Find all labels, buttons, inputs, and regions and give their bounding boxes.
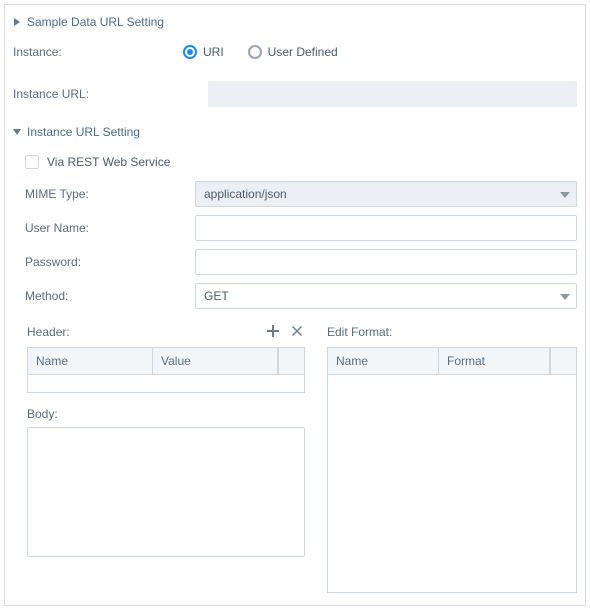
remove-header-button[interactable] (289, 324, 305, 340)
radio-icon (183, 45, 197, 59)
via-rest-checkbox[interactable] (25, 155, 39, 169)
password-row: Password: (13, 245, 577, 279)
method-select[interactable]: GET (195, 283, 577, 309)
mime-row: MIME Type: application/json (13, 177, 577, 211)
radio-uri-label: URI (203, 45, 224, 59)
via-rest-label: Via REST Web Service (47, 155, 170, 169)
sample-data-url-section-header[interactable]: Sample Data URL Setting (13, 11, 577, 37)
sample-section-title: Sample Data URL Setting (27, 15, 164, 29)
instance-row: Instance: URI User Defined (13, 37, 577, 67)
instance-radio-uri[interactable]: URI (183, 45, 224, 59)
header-table[interactable]: Name Value (27, 347, 305, 393)
instance-url-section-header[interactable]: Instance URL Setting (13, 121, 577, 147)
instance-url-section-title: Instance URL Setting (27, 125, 140, 139)
chevron-down-icon (560, 187, 570, 201)
header-col-name[interactable]: Name (28, 348, 153, 374)
instance-url-label: Instance URL: (13, 87, 208, 101)
close-icon (292, 325, 302, 339)
mime-label: MIME Type: (13, 187, 195, 201)
chevron-right-icon (13, 15, 21, 29)
header-label: Header: (27, 325, 70, 339)
header-tbody[interactable] (28, 374, 304, 392)
username-row: User Name: (13, 211, 577, 245)
username-input[interactable] (195, 215, 577, 241)
method-value: GET (204, 289, 229, 303)
header-col-value[interactable]: Value (153, 348, 278, 374)
body-textarea[interactable] (27, 427, 305, 557)
header-thead: Name Value (28, 348, 304, 374)
edit-format-tbody[interactable] (328, 374, 576, 592)
method-row: Method: GET (13, 279, 577, 313)
instance-url-input[interactable] (208, 81, 577, 107)
radio-icon (248, 45, 262, 59)
chevron-down-icon (13, 125, 21, 139)
mime-value: application/json (204, 187, 287, 201)
chevron-down-icon (560, 289, 570, 303)
via-rest-row: Via REST Web Service (13, 147, 577, 177)
password-label: Password: (13, 255, 195, 269)
lower-columns: Header: Name (13, 321, 577, 593)
plus-icon (267, 325, 279, 340)
instance-label: Instance: (13, 45, 183, 59)
header-body-column: Header: Name (27, 321, 305, 593)
edit-format-thead: Name Format (328, 348, 576, 374)
edit-format-col-format[interactable]: Format (439, 348, 550, 374)
instance-url-row: Instance URL: (13, 77, 577, 111)
instance-radio-user-defined[interactable]: User Defined (248, 45, 338, 59)
mime-select[interactable]: application/json (195, 181, 577, 207)
add-header-button[interactable] (265, 324, 281, 340)
edit-format-col-name[interactable]: Name (328, 348, 439, 374)
username-label: User Name: (13, 221, 195, 235)
password-input[interactable] (195, 249, 577, 275)
edit-format-col-spacer (550, 348, 576, 374)
radio-user-defined-label: User Defined (268, 45, 338, 59)
method-label: Method: (13, 289, 195, 303)
edit-format-label: Edit Format: (327, 325, 392, 339)
edit-format-column: Edit Format: Name Format (327, 321, 577, 593)
settings-panel: Sample Data URL Setting Instance: URI Us… (4, 4, 586, 606)
header-col-spacer (278, 348, 304, 374)
edit-format-subheader: Edit Format: (327, 321, 577, 343)
edit-format-table[interactable]: Name Format (327, 347, 577, 593)
header-subheader: Header: (27, 321, 305, 343)
body-label: Body: (27, 407, 305, 421)
